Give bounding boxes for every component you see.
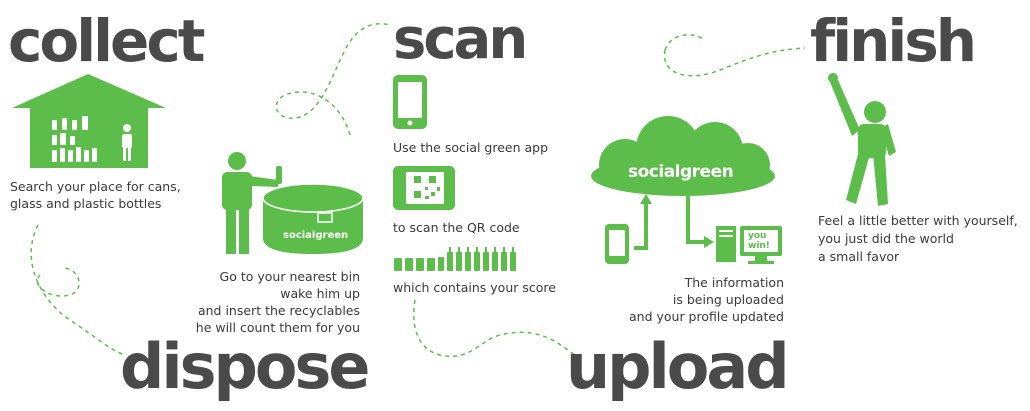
cloud-label: socialgreen [628,162,734,182]
upload-line-2: is being uploaded [672,292,784,307]
scan-line-2: to scan the QR code [393,220,520,235]
collect-title: collect [8,7,205,75]
collect-line-2: glass and plastic bottles [10,196,162,211]
screen-line-2: win! [748,241,770,251]
upload-line-3: and your profile updated [628,309,784,324]
finish-line-2: you just did the world [818,231,954,246]
bin-label: socialgreen [283,230,349,241]
finish-line-3: a small favor [818,249,900,264]
finish-line-1: Feel a little better with yourself, [818,213,1018,228]
infographic: collect Search your place for cans, glas… [0,0,1030,411]
dispose-line-2: wake him up [280,286,360,301]
dispose-title: dispose [120,330,370,403]
scan-line-1: Use the social green app [393,140,549,155]
screen-line-1: you [748,231,767,241]
scan-title: scan [393,7,528,72]
collect-line-1: Search your place for cans, [10,179,181,194]
upload-line-1: The information [684,275,784,290]
dispose-line-1: Go to your nearest bin [219,269,360,284]
scan-line-3: which contains your score [393,280,556,295]
finish-title: finish [810,7,977,75]
dispose-line-3: and insert the recyclables [197,303,360,318]
upload-title: upload [566,330,790,403]
